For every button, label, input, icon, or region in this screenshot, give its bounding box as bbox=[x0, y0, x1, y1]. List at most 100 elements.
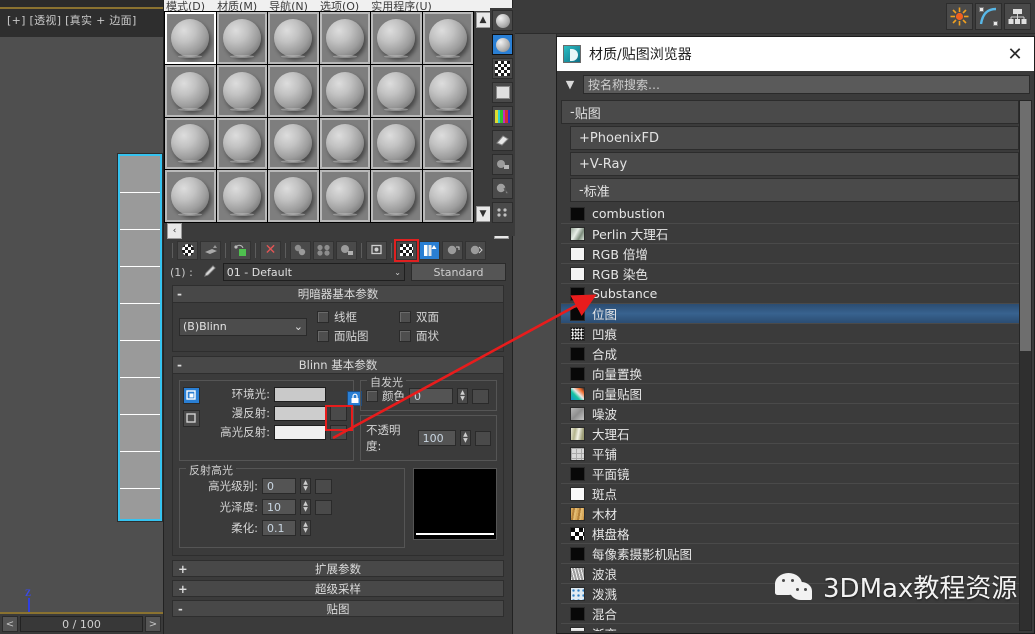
go-forward-to-sibling-button[interactable] bbox=[465, 240, 486, 260]
sample-slot-grid[interactable] bbox=[164, 11, 474, 223]
sample-uv-tiling-icon[interactable] bbox=[492, 82, 513, 103]
browser-scrollbar[interactable] bbox=[1019, 100, 1032, 631]
list-item[interactable]: Substance bbox=[561, 284, 1019, 304]
checkbox-box[interactable] bbox=[399, 311, 411, 323]
glossiness-map-button[interactable] bbox=[315, 499, 332, 515]
rollout-shader-header[interactable]: - 明暗器基本参数 bbox=[173, 286, 503, 303]
specular-level-field[interactable]: 0 bbox=[262, 478, 296, 494]
specular-map-button[interactable] bbox=[330, 424, 347, 440]
chevron-down-icon[interactable]: ▼ bbox=[561, 76, 579, 94]
slot-scroll-down-button[interactable]: ▼ bbox=[475, 206, 491, 222]
ambient-diffuse-lock-button[interactable] bbox=[183, 387, 200, 404]
list-item[interactable]: 平铺 bbox=[561, 444, 1019, 464]
assign-material-to-selection-button[interactable] bbox=[230, 240, 251, 260]
opacity-spinner[interactable]: ▲ ▼ bbox=[460, 430, 471, 446]
list-item[interactable]: 合成 bbox=[561, 344, 1019, 364]
schematic-view-icon[interactable] bbox=[1004, 3, 1031, 30]
list-item[interactable]: 混合 bbox=[561, 604, 1019, 624]
frame-prev-button[interactable]: < bbox=[2, 616, 18, 632]
list-item[interactable]: 噪波 bbox=[561, 404, 1019, 424]
sample-slot-side-toolbar[interactable] bbox=[490, 8, 515, 236]
diffuse-specular-lock-button[interactable] bbox=[183, 410, 200, 427]
video-color-check-icon[interactable] bbox=[492, 106, 513, 127]
list-item[interactable]: 斑点 bbox=[561, 484, 1019, 504]
list-item[interactable]: RGB 染色 bbox=[561, 264, 1019, 284]
go-to-parent-button[interactable] bbox=[442, 240, 463, 260]
checkbox-faceted[interactable]: 面状 bbox=[399, 328, 471, 344]
menu-mode[interactable]: 模式(D) bbox=[166, 0, 205, 11]
menu-material[interactable]: 材质(M) bbox=[217, 0, 257, 11]
eyedropper-icon[interactable] bbox=[199, 264, 217, 280]
backlight-icon[interactable] bbox=[492, 34, 513, 55]
soften-field[interactable]: 0.1 bbox=[262, 520, 296, 536]
list-item[interactable]: 向量置换 bbox=[561, 364, 1019, 384]
select-by-material-icon[interactable] bbox=[492, 178, 513, 199]
list-item[interactable]: 位图 bbox=[561, 304, 1019, 324]
diffuse-color-swatch[interactable] bbox=[274, 405, 326, 421]
rollout-supersampling-toggle[interactable]: + bbox=[178, 582, 188, 596]
slot-hscroll-bar[interactable]: ‹ › bbox=[164, 223, 512, 239]
browser-group-3[interactable]: - 标准 bbox=[570, 178, 1019, 202]
chevron-down-icon[interactable]: ⌄ bbox=[394, 268, 401, 277]
list-item[interactable]: 每像素摄影机贴图 bbox=[561, 544, 1019, 564]
chevron-down-icon[interactable]: ⌄ bbox=[294, 320, 303, 333]
browser-group-1[interactable]: + PhoenixFD bbox=[570, 126, 1019, 150]
put-material-to-scene-button[interactable] bbox=[200, 240, 221, 260]
self-illum-value-field[interactable]: 0 bbox=[409, 388, 453, 404]
slot-prev-button[interactable]: ‹ bbox=[167, 223, 182, 239]
material-effects-channel-button[interactable] bbox=[366, 240, 387, 260]
glossiness-spinner[interactable]: ▲ ▼ bbox=[300, 499, 311, 515]
make-unique-button[interactable] bbox=[313, 240, 334, 260]
make-preview-icon[interactable] bbox=[492, 130, 513, 151]
menu-utilities[interactable]: 实用程序(U) bbox=[371, 0, 432, 11]
sample-slot-17[interactable] bbox=[371, 117, 422, 170]
close-icon[interactable]: ✕ bbox=[1002, 41, 1028, 67]
sample-slot-22[interactable] bbox=[319, 170, 370, 222]
sample-slot-5[interactable] bbox=[371, 12, 422, 64]
diffuse-map-button[interactable] bbox=[330, 405, 347, 421]
checkbox-box[interactable] bbox=[317, 311, 329, 323]
list-item[interactable]: 波浪 bbox=[561, 564, 1019, 584]
menu-options[interactable]: 选项(O) bbox=[320, 0, 359, 11]
list-item[interactable]: Perlin 大理石 bbox=[561, 224, 1019, 244]
browser-titlebar[interactable]: 材质/贴图浏览器 ✕ bbox=[557, 37, 1034, 71]
sample-slot-4[interactable] bbox=[319, 12, 370, 64]
material-type-button[interactable]: Standard bbox=[411, 263, 506, 281]
opacity-map-button[interactable] bbox=[474, 430, 492, 446]
list-item[interactable]: RGB 倍增 bbox=[561, 244, 1019, 264]
browser-list[interactable]: - 贴图 + PhoenixFD + V-Ray - 标准 combustion Perl… bbox=[561, 100, 1019, 631]
sample-slot-18[interactable] bbox=[422, 117, 473, 170]
sample-slot-13[interactable] bbox=[165, 117, 216, 170]
group-toggle[interactable]: + bbox=[579, 131, 590, 146]
opacity-value-field[interactable]: 100 bbox=[417, 430, 457, 446]
rollout-maps[interactable]: - 贴图 bbox=[172, 600, 504, 617]
options-icon[interactable] bbox=[492, 154, 513, 175]
ambient-color-swatch[interactable] bbox=[274, 386, 326, 402]
slot-scroll-up-button[interactable]: ▲ bbox=[475, 12, 491, 28]
rollout-blinn-toggle[interactable]: - bbox=[177, 358, 182, 372]
self-illum-color-checkbox[interactable] bbox=[366, 390, 378, 402]
specular-level-spinner[interactable]: ▲ ▼ bbox=[300, 478, 311, 494]
menu-navigation[interactable]: 导航(N) bbox=[269, 0, 308, 11]
sample-slot-9[interactable] bbox=[268, 64, 319, 117]
make-material-copy-button[interactable] bbox=[290, 240, 311, 260]
sample-slot-3[interactable] bbox=[268, 12, 319, 64]
checkbox-face-map[interactable]: 面贴图 bbox=[317, 328, 389, 344]
sample-slot-11[interactable] bbox=[371, 64, 422, 117]
viewport-canvas[interactable]: Z X Y bbox=[0, 37, 163, 631]
list-item[interactable]: 渐变 bbox=[561, 624, 1019, 631]
get-material-button[interactable] bbox=[177, 240, 198, 260]
list-item[interactable]: combustion bbox=[561, 204, 1019, 224]
rollout-extended-toggle[interactable]: + bbox=[178, 562, 188, 576]
sample-slot-1[interactable] bbox=[165, 12, 216, 64]
selected-object[interactable] bbox=[118, 154, 162, 521]
browser-group-0[interactable]: - 贴图 bbox=[561, 100, 1019, 124]
checkbox-box[interactable] bbox=[399, 330, 411, 342]
soften-spinner[interactable]: ▲ ▼ bbox=[300, 520, 311, 536]
sample-slot-14[interactable] bbox=[216, 117, 267, 170]
sample-slot-20[interactable] bbox=[216, 170, 267, 222]
browser-group-2[interactable]: + V-Ray bbox=[570, 152, 1019, 176]
self-illum-spinner[interactable]: ▲ ▼ bbox=[457, 388, 468, 404]
show-shaded-material-in-viewport-button[interactable] bbox=[394, 238, 419, 262]
list-item[interactable]: 棋盘格 bbox=[561, 524, 1019, 544]
